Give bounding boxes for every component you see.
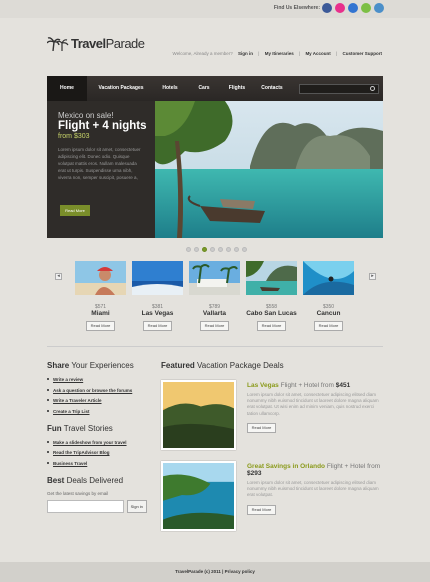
slider-dot[interactable] bbox=[186, 247, 191, 252]
destination-name[interactable]: Las Vegas bbox=[132, 310, 183, 317]
slider-dot[interactable] bbox=[226, 247, 231, 252]
nav-vacation-packages[interactable]: Vacation Packages bbox=[87, 76, 155, 101]
rss-icon[interactable] bbox=[374, 3, 384, 13]
deal-title[interactable]: Great Savings in Orlando Flight + Hotel … bbox=[247, 463, 383, 477]
slide-kicker: Mexico on sale! bbox=[58, 111, 114, 120]
share-heading: Share Your Experiences bbox=[47, 361, 134, 370]
deal-read-more-button[interactable]: Read More bbox=[247, 504, 276, 515]
nav-hotels[interactable]: Hotels bbox=[155, 76, 185, 101]
destination-read-more-button[interactable]: Read More bbox=[257, 321, 286, 331]
business-travel-link[interactable]: Business Travel bbox=[47, 461, 147, 466]
flickr-icon[interactable] bbox=[335, 3, 345, 13]
destination-image bbox=[246, 261, 297, 295]
write-review-link[interactable]: Write a review bbox=[47, 377, 147, 382]
footer: TravelParade (c) 2011 | Privacy policy bbox=[0, 562, 430, 582]
slider-dot[interactable] bbox=[218, 247, 223, 252]
featured-heading: Featured Vacation Package Deals bbox=[161, 361, 284, 370]
logo-text: TravelParade bbox=[71, 36, 145, 51]
deal-title[interactable]: Las Vegas Flight + Hotel from $451 bbox=[247, 382, 383, 389]
email-field[interactable] bbox=[47, 499, 124, 513]
destination-read-more-button[interactable]: Read More bbox=[143, 321, 172, 331]
destination-name[interactable]: Cancun bbox=[303, 310, 354, 317]
slide-image bbox=[155, 101, 383, 238]
share-links: Write a review Ask a question or browse … bbox=[47, 377, 147, 414]
destination-name[interactable]: Vallarta bbox=[189, 310, 240, 317]
welcome-text: Welcome, Already a member? bbox=[172, 51, 233, 56]
slide-headline: Flight + 4 nights bbox=[58, 120, 147, 132]
deal-read-more-button[interactable]: Read More bbox=[247, 422, 276, 433]
sidebar: Share Your Experiences Write a review As… bbox=[47, 361, 147, 513]
deals-heading: Best Deals Delivered bbox=[47, 475, 124, 485]
my-itineraries-link[interactable]: My Itineraries bbox=[265, 51, 294, 56]
hero-slider: Home Vacation Packages Hotels Cars Fligh… bbox=[47, 76, 383, 238]
write-article-link[interactable]: Write a Traveler Article bbox=[47, 398, 147, 403]
stories-heading: Fun Travel Stories bbox=[47, 423, 113, 433]
destination-name[interactable]: Cabo San Lucas bbox=[246, 310, 297, 317]
slide-body: Lorem ipsum dolor sit amet, consectetuer… bbox=[58, 147, 141, 180]
my-account-link[interactable]: My Account bbox=[305, 51, 330, 56]
deal-image[interactable] bbox=[161, 380, 236, 450]
slider-dot[interactable] bbox=[210, 247, 215, 252]
deal-body: Las Vegas Flight + Hotel from $451 Lorem… bbox=[247, 382, 383, 433]
sign-in-button[interactable]: Sign in bbox=[126, 499, 147, 513]
palm-tree-icon bbox=[47, 37, 69, 51]
search-icon[interactable] bbox=[370, 86, 375, 91]
customer-support-link[interactable]: Customer Support bbox=[342, 51, 382, 56]
stumbleupon-icon[interactable] bbox=[361, 3, 371, 13]
slide-price: from $303 bbox=[58, 133, 90, 140]
slider-dot[interactable] bbox=[194, 247, 199, 252]
slider-dots bbox=[186, 247, 247, 252]
newsletter-form: Sign in bbox=[47, 499, 147, 513]
facebook-icon[interactable] bbox=[322, 3, 332, 13]
deal-description: Lorem ipsum dolor sit amet, consectetuer… bbox=[247, 392, 379, 416]
deal-item: Las Vegas Flight + Hotel from $451 Lorem… bbox=[161, 380, 383, 450]
destination-card: $558 Cabo San Lucas Read More bbox=[246, 261, 297, 331]
deal-image[interactable] bbox=[161, 461, 236, 531]
find-us-label: Find Us Elsewhere: bbox=[273, 5, 320, 11]
social-icons bbox=[322, 3, 384, 13]
nav-cars[interactable]: Cars bbox=[185, 76, 223, 101]
slider-dot[interactable] bbox=[234, 247, 239, 252]
search-input[interactable] bbox=[299, 84, 379, 94]
destination-image bbox=[132, 261, 183, 295]
deal-item: Great Savings in Orlando Flight + Hotel … bbox=[161, 461, 383, 531]
make-slideshow-link[interactable]: Make a slideshow from your travel bbox=[47, 440, 147, 445]
delicious-icon[interactable] bbox=[348, 3, 358, 13]
featured-deals: Featured Vacation Package Deals Las Vega… bbox=[161, 361, 383, 531]
deal-description: Lorem ipsum dolor sit amet, consectetuer… bbox=[247, 480, 379, 498]
destination-image bbox=[189, 261, 240, 295]
ask-question-link[interactable]: Ask a question or browse the forums bbox=[47, 388, 147, 393]
slider-dot[interactable] bbox=[202, 247, 207, 252]
logo[interactable]: TravelParade bbox=[47, 36, 145, 51]
deal-body: Great Savings in Orlando Flight + Hotel … bbox=[247, 463, 383, 515]
destination-image bbox=[303, 261, 354, 295]
slider-dot[interactable] bbox=[242, 247, 247, 252]
destination-read-more-button[interactable]: Read More bbox=[200, 321, 229, 331]
read-blog-link[interactable]: Read the TripAdvisor Blog bbox=[47, 450, 147, 455]
sign-in-link[interactable]: Sign in bbox=[238, 51, 253, 56]
destination-read-more-button[interactable]: Read More bbox=[314, 321, 343, 331]
destination-read-more-button[interactable]: Read More bbox=[86, 321, 115, 331]
section-divider bbox=[47, 346, 383, 347]
destination-card: $350 Cancun Read More bbox=[303, 261, 354, 331]
slide-caption: Mexico on sale! Flight + 4 nights from $… bbox=[47, 101, 155, 238]
account-links: Welcome, Already a member? Sign in | My … bbox=[172, 51, 382, 56]
stories-links: Make a slideshow from your travel Read t… bbox=[47, 440, 147, 466]
deals-caption: Get the latest savings by email bbox=[47, 490, 109, 496]
destination-card: $381 Las Vegas Read More bbox=[132, 261, 183, 331]
carousel-next-arrow[interactable]: ▸ bbox=[369, 273, 376, 280]
destination-card: $571 Miami Read More bbox=[75, 261, 126, 331]
main-nav: Home Vacation Packages Hotels Cars Fligh… bbox=[47, 76, 383, 101]
destination-card: $789 Vallarta Read More bbox=[189, 261, 240, 331]
carousel-prev-arrow[interactable]: ◂ bbox=[55, 273, 62, 280]
nav-contacts[interactable]: Contacts bbox=[251, 76, 293, 101]
nav-home[interactable]: Home bbox=[47, 76, 87, 101]
destination-name[interactable]: Miami bbox=[75, 310, 126, 317]
create-trip-list-link[interactable]: Create a Trip List bbox=[47, 409, 147, 414]
destination-image bbox=[75, 261, 126, 295]
nav-flights[interactable]: Flights bbox=[223, 76, 251, 101]
slide-read-more-button[interactable]: Read More bbox=[60, 205, 90, 216]
